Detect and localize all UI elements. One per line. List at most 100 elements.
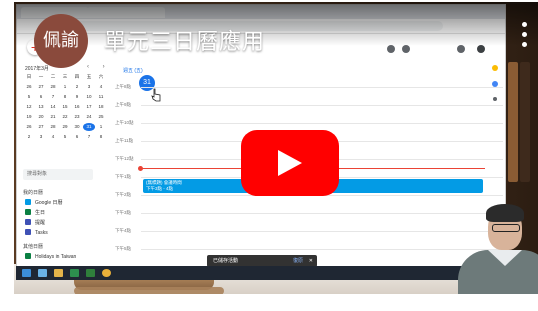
hour-label: 下午1點 [115, 174, 132, 179]
mini-calendar-day[interactable]: 27 [35, 83, 47, 91]
mini-calendar-day[interactable]: 7 [47, 93, 59, 101]
mini-calendar-today[interactable]: 31 [83, 123, 95, 131]
mini-calendar-day[interactable]: 6 [35, 93, 47, 101]
search-icon[interactable] [387, 45, 395, 53]
mini-calendar-day[interactable]: 20 [35, 113, 47, 121]
checkbox-icon[interactable] [25, 253, 31, 259]
mini-calendar-day[interactable]: 5 [59, 133, 71, 141]
mini-calendar-day[interactable]: 26 [23, 83, 35, 91]
mini-calendar-day[interactable]: 17 [83, 103, 95, 111]
calendar-list-item[interactable]: 提醒 [25, 219, 45, 227]
video-title[interactable]: 單元三日曆應用 [104, 24, 265, 56]
weekday-header: 一 [38, 74, 44, 79]
mini-calendar-day[interactable]: 12 [23, 103, 35, 111]
mini-calendar-title: 2017年3月 [25, 66, 49, 72]
calendar-name: Tasks [35, 230, 48, 236]
mini-calendar-day[interactable]: 22 [59, 113, 71, 121]
checkbox-icon[interactable] [25, 199, 31, 205]
mini-calendar-day[interactable]: 1 [95, 123, 107, 131]
checkbox-icon[interactable] [25, 219, 31, 225]
mini-calendar-day[interactable]: 4 [47, 133, 59, 141]
mini-calendar-day[interactable]: 26 [23, 123, 35, 131]
hour-line [141, 123, 503, 124]
mini-calendar-day[interactable]: 23 [71, 113, 83, 121]
mini-calendar-day[interactable]: 1 [59, 83, 71, 91]
mini-calendar-day[interactable]: 28 [47, 83, 59, 91]
mini-calendar-nav[interactable]: ‹ › [87, 64, 111, 70]
more-vert-icon[interactable] [520, 22, 528, 50]
calendar-list-item[interactable]: Tasks [25, 229, 48, 237]
mini-calendar-day[interactable]: 16 [71, 103, 83, 111]
my-calendars-heading[interactable]: 我的日曆 [23, 189, 43, 196]
account-avatar[interactable] [477, 45, 485, 53]
calendar-list-item[interactable]: 生日 [25, 209, 45, 217]
calendar-name: 生日 [35, 210, 46, 216]
ie-icon[interactable] [38, 269, 47, 277]
mini-calendar-day[interactable]: 21 [47, 113, 59, 121]
calendar-name: Google 日曆 [35, 200, 63, 206]
hour-label: 下午12點 [115, 156, 134, 161]
mini-calendar-day[interactable]: 3 [83, 83, 95, 91]
weekday-header: 六 [98, 74, 104, 79]
hour-label: 上午9點 [115, 102, 132, 107]
video-player[interactable]: + 2017年3月 ‹ › 日一二三四五六2627281234567891011… [14, 2, 538, 294]
folder-icon[interactable] [54, 269, 63, 277]
excel-icon[interactable] [86, 269, 95, 277]
mini-calendar-day[interactable]: 3 [35, 133, 47, 141]
mini-calendar-day[interactable]: 10 [83, 93, 95, 101]
apps-grid-icon[interactable] [457, 45, 465, 53]
hour-label: 下午4點 [115, 228, 132, 233]
play-button[interactable] [241, 130, 339, 196]
mini-calendar-day[interactable]: 2 [23, 133, 35, 141]
mini-calendar-day[interactable]: 24 [83, 113, 95, 121]
calendar-sidebar: 2017年3月 ‹ › 日一二三四五六 26 27 28 1 2 3 4 5 6 7 8 9 10 11 12… [17, 63, 111, 267]
other-calendars-heading[interactable]: 其他日曆 [23, 243, 43, 250]
day-of-week-label: 週五 (五) [123, 68, 143, 74]
add-addon-icon[interactable] [493, 97, 497, 101]
mini-calendar-day[interactable]: 11 [95, 93, 107, 101]
mini-calendar-day[interactable]: 30 [71, 123, 83, 131]
mini-calendar-grid: 日一二三四五六 26 27 28 1 2 3 4 5 6 7 8 9 10 11 12 13 14 15 16 17 18… [23, 73, 107, 141]
hour-label: 上午10點 [115, 120, 134, 125]
mini-calendar-day[interactable]: 2 [71, 83, 83, 91]
weekday-header: 二 [50, 74, 56, 79]
mini-calendar-day[interactable]: 28 [47, 123, 59, 131]
start-icon[interactable] [22, 269, 31, 277]
hour-line [141, 87, 503, 88]
mini-calendar-day[interactable]: 6 [71, 133, 83, 141]
mini-calendar-day[interactable]: 19 [23, 113, 35, 121]
mini-calendar-day[interactable]: 9 [71, 93, 83, 101]
help-icon[interactable] [402, 45, 410, 53]
calendar-name: Holidays in Taiwan [35, 254, 77, 260]
channel-avatar[interactable]: 佩諭 [34, 14, 88, 68]
presenter-webcam [444, 198, 538, 294]
checkbox-icon[interactable] [25, 209, 31, 215]
hour-label: 上午8點 [115, 84, 132, 89]
checkbox-icon[interactable] [25, 229, 31, 235]
hand-cursor-icon [151, 88, 161, 102]
calendar-list-item[interactable]: Holidays in Taiwan [25, 253, 76, 261]
weekday-header: 五 [86, 74, 92, 79]
mini-calendar-day[interactable]: 8 [59, 93, 71, 101]
mini-calendar-day[interactable]: 27 [35, 123, 47, 131]
mini-calendar-day[interactable]: 8 [95, 133, 107, 141]
mini-calendar-day[interactable]: 13 [35, 103, 47, 111]
search-people-input[interactable]: 搜尋對象 [23, 169, 93, 180]
keep-icon[interactable] [492, 65, 498, 71]
hour-label: 下午3點 [115, 210, 132, 215]
mini-calendar-day[interactable]: 15 [59, 103, 71, 111]
book-spine [508, 62, 518, 182]
mini-calendar-day[interactable]: 7 [83, 133, 95, 141]
mini-calendar-day[interactable]: 18 [95, 103, 107, 111]
mini-calendar-day[interactable]: 25 [95, 113, 107, 121]
mini-calendar-day[interactable]: 4 [95, 83, 107, 91]
antique-book-base [74, 287, 224, 294]
mini-calendar-day[interactable]: 14 [47, 103, 59, 111]
calendar-list-item[interactable]: Google 日曆 [25, 199, 63, 207]
tasks-icon[interactable] [492, 81, 498, 87]
chrome-icon[interactable] [102, 269, 111, 277]
media-icon[interactable] [70, 269, 79, 277]
title-gradient [14, 2, 538, 46]
mini-calendar-day[interactable]: 5 [23, 93, 35, 101]
mini-calendar-day[interactable]: 29 [59, 123, 71, 131]
